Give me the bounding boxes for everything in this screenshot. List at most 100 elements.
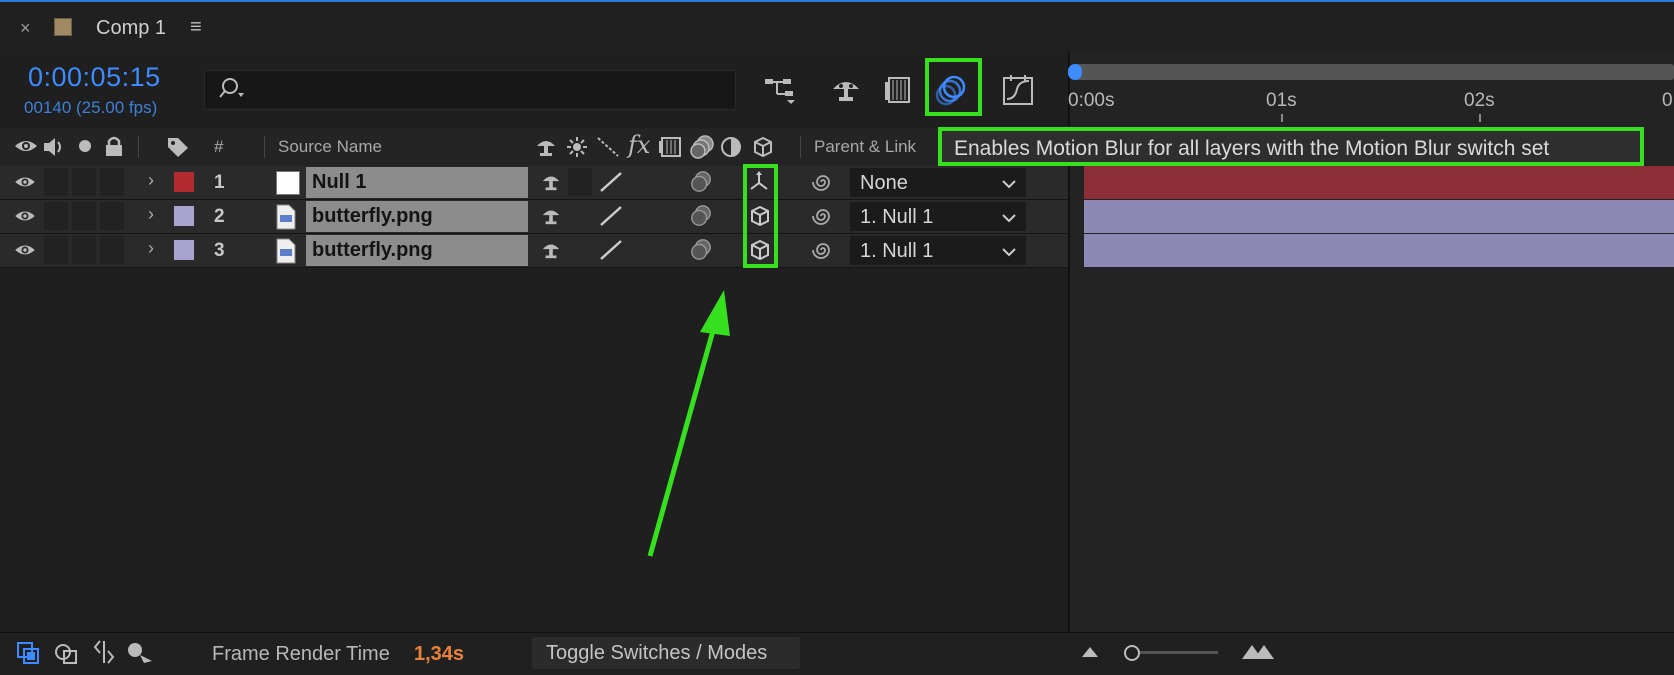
- transfer-controls-icon[interactable]: [54, 641, 80, 670]
- zoom-out-icon[interactable]: [1080, 643, 1100, 664]
- quality-switch-icon[interactable]: [596, 136, 620, 163]
- layer-switches-pane-icon[interactable]: [16, 641, 42, 670]
- adjustment-layer-switch-icon[interactable]: [720, 136, 742, 163]
- frame-blending-icon[interactable]: [880, 72, 918, 108]
- time-ruler-label: 02s: [1464, 90, 1495, 111]
- layer-label-color[interactable]: [174, 206, 194, 226]
- motion-blur-highlight: [925, 58, 982, 116]
- layer-name: butterfly.png: [312, 239, 433, 261]
- parent-value: 1. Null 1: [860, 206, 934, 228]
- motion-blur-switch-icon[interactable]: [688, 134, 716, 165]
- parent-dropdown[interactable]: 1. Null 1: [850, 202, 1026, 231]
- visibility-eye-icon[interactable]: [14, 208, 36, 229]
- audio-toggle[interactable]: [44, 168, 68, 196]
- search-input[interactable]: [249, 77, 723, 103]
- header-divider: [800, 136, 801, 158]
- layer-duration-bar[interactable]: [1084, 166, 1674, 199]
- frame-blend-switch-icon[interactable]: [658, 136, 682, 163]
- layer-row[interactable]: › 3 butterfly.png 1. Null 1: [0, 234, 1068, 268]
- layer-duration-bar[interactable]: [1084, 200, 1674, 233]
- number-column-header[interactable]: #: [214, 137, 223, 157]
- in-out-columns-icon[interactable]: [92, 639, 116, 670]
- graph-editor-icon[interactable]: [999, 72, 1037, 108]
- timeline-footer: Frame Render Time 1,34s Toggle Switches …: [0, 632, 1674, 675]
- search-icon: [217, 77, 247, 106]
- chevron-down-icon: [1002, 244, 1016, 262]
- 3d-column-highlight: [743, 164, 778, 268]
- close-tab-button[interactable]: ×: [20, 18, 31, 39]
- collapse-switch-icon[interactable]: [566, 136, 588, 163]
- solo-column-icon[interactable]: [77, 138, 93, 159]
- expand-chevron-icon[interactable]: ›: [148, 204, 154, 225]
- audio-column-icon[interactable]: [42, 136, 66, 163]
- search-field[interactable]: [204, 70, 736, 110]
- motion-blur-toggle-icon[interactable]: [688, 170, 714, 199]
- motion-blur-toggle-icon[interactable]: [688, 204, 714, 233]
- lock-toggle[interactable]: [100, 168, 124, 196]
- draft-3d-shy-icon[interactable]: [827, 72, 865, 108]
- lock-toggle[interactable]: [100, 236, 124, 264]
- ruler-tick: [1479, 114, 1481, 122]
- solo-toggle[interactable]: [72, 236, 96, 264]
- zoom-slider-track[interactable]: [1130, 651, 1218, 654]
- layer-duration-bar[interactable]: [1084, 234, 1674, 267]
- audio-toggle[interactable]: [44, 202, 68, 230]
- solo-toggle[interactable]: [72, 202, 96, 230]
- layer-name-cell[interactable]: butterfly.png: [306, 235, 528, 266]
- motion-blur-toggle-icon[interactable]: [688, 238, 714, 267]
- expand-chevron-icon[interactable]: ›: [148, 238, 154, 259]
- panel-menu-button[interactable]: ≡: [190, 16, 202, 39]
- zoom-slider-handle[interactable]: [1122, 643, 1142, 668]
- layer-number: 1: [214, 172, 225, 193]
- layer-number: 3: [214, 240, 225, 261]
- render-time-pane-icon[interactable]: [126, 641, 156, 670]
- lock-toggle[interactable]: [100, 202, 124, 230]
- effects-switch-icon[interactable]: fx: [628, 131, 650, 159]
- composition-flowchart-icon[interactable]: [762, 72, 800, 108]
- quality-slash-icon[interactable]: [598, 204, 624, 233]
- motion-blur-tooltip: Enables Motion Blur for all layers with …: [938, 127, 1644, 166]
- layer-number: 2: [214, 206, 225, 227]
- layer-row[interactable]: › 2 butterfly.png 1. Null 1: [0, 200, 1068, 234]
- layer-name: butterfly.png: [312, 205, 433, 227]
- collapse-toggle[interactable]: [568, 168, 592, 196]
- layer-name-cell[interactable]: Null 1: [306, 167, 528, 198]
- eye-column-icon[interactable]: [14, 137, 38, 160]
- tooltip-text: Enables Motion Blur for all layers with …: [954, 137, 1550, 160]
- work-area-bar[interactable]: [1074, 64, 1674, 80]
- shy-switch-icon[interactable]: [540, 172, 562, 197]
- tab-title[interactable]: Comp 1: [96, 17, 166, 40]
- source-name-header[interactable]: Source Name: [278, 137, 382, 157]
- parent-dropdown[interactable]: None: [850, 168, 1026, 197]
- label-column-icon[interactable]: [166, 136, 190, 163]
- layer-name-cell[interactable]: butterfly.png: [306, 201, 528, 232]
- visibility-eye-icon[interactable]: [14, 174, 36, 195]
- parent-value: 1. Null 1: [860, 240, 934, 262]
- quality-slash-icon[interactable]: [598, 238, 624, 267]
- pick-whip-icon[interactable]: [812, 205, 834, 232]
- shy-switch-icon[interactable]: [540, 240, 562, 265]
- pick-whip-icon[interactable]: [812, 171, 834, 198]
- layer-label-color[interactable]: [174, 240, 194, 260]
- quality-slash-icon[interactable]: [598, 170, 624, 199]
- audio-toggle[interactable]: [44, 236, 68, 264]
- lock-column-icon[interactable]: [104, 135, 124, 162]
- playhead-handle[interactable]: [1068, 64, 1082, 80]
- layer-row[interactable]: › 1 Null 1 None: [0, 166, 1068, 200]
- parent-dropdown[interactable]: 1. Null 1: [850, 236, 1026, 265]
- shy-switch-icon[interactable]: [540, 206, 562, 231]
- time-ruler-label: 01s: [1266, 90, 1297, 111]
- frame-render-time-value: 1,34s: [414, 643, 465, 665]
- layer-label-color[interactable]: [174, 172, 194, 192]
- expand-chevron-icon[interactable]: ›: [148, 170, 154, 191]
- visibility-eye-icon[interactable]: [14, 242, 36, 263]
- pick-whip-icon[interactable]: [812, 239, 834, 266]
- toggle-switches-modes-button[interactable]: Toggle Switches / Modes: [532, 637, 800, 669]
- solo-toggle[interactable]: [72, 168, 96, 196]
- 3d-layer-switch-icon[interactable]: [752, 136, 774, 163]
- shy-switch-icon[interactable]: [534, 136, 558, 163]
- parent-link-header[interactable]: Parent & Link: [814, 137, 916, 157]
- comp-color-swatch: [54, 18, 72, 36]
- current-timecode[interactable]: 0:00:05:15: [28, 62, 161, 93]
- zoom-in-icon[interactable]: [1240, 641, 1276, 666]
